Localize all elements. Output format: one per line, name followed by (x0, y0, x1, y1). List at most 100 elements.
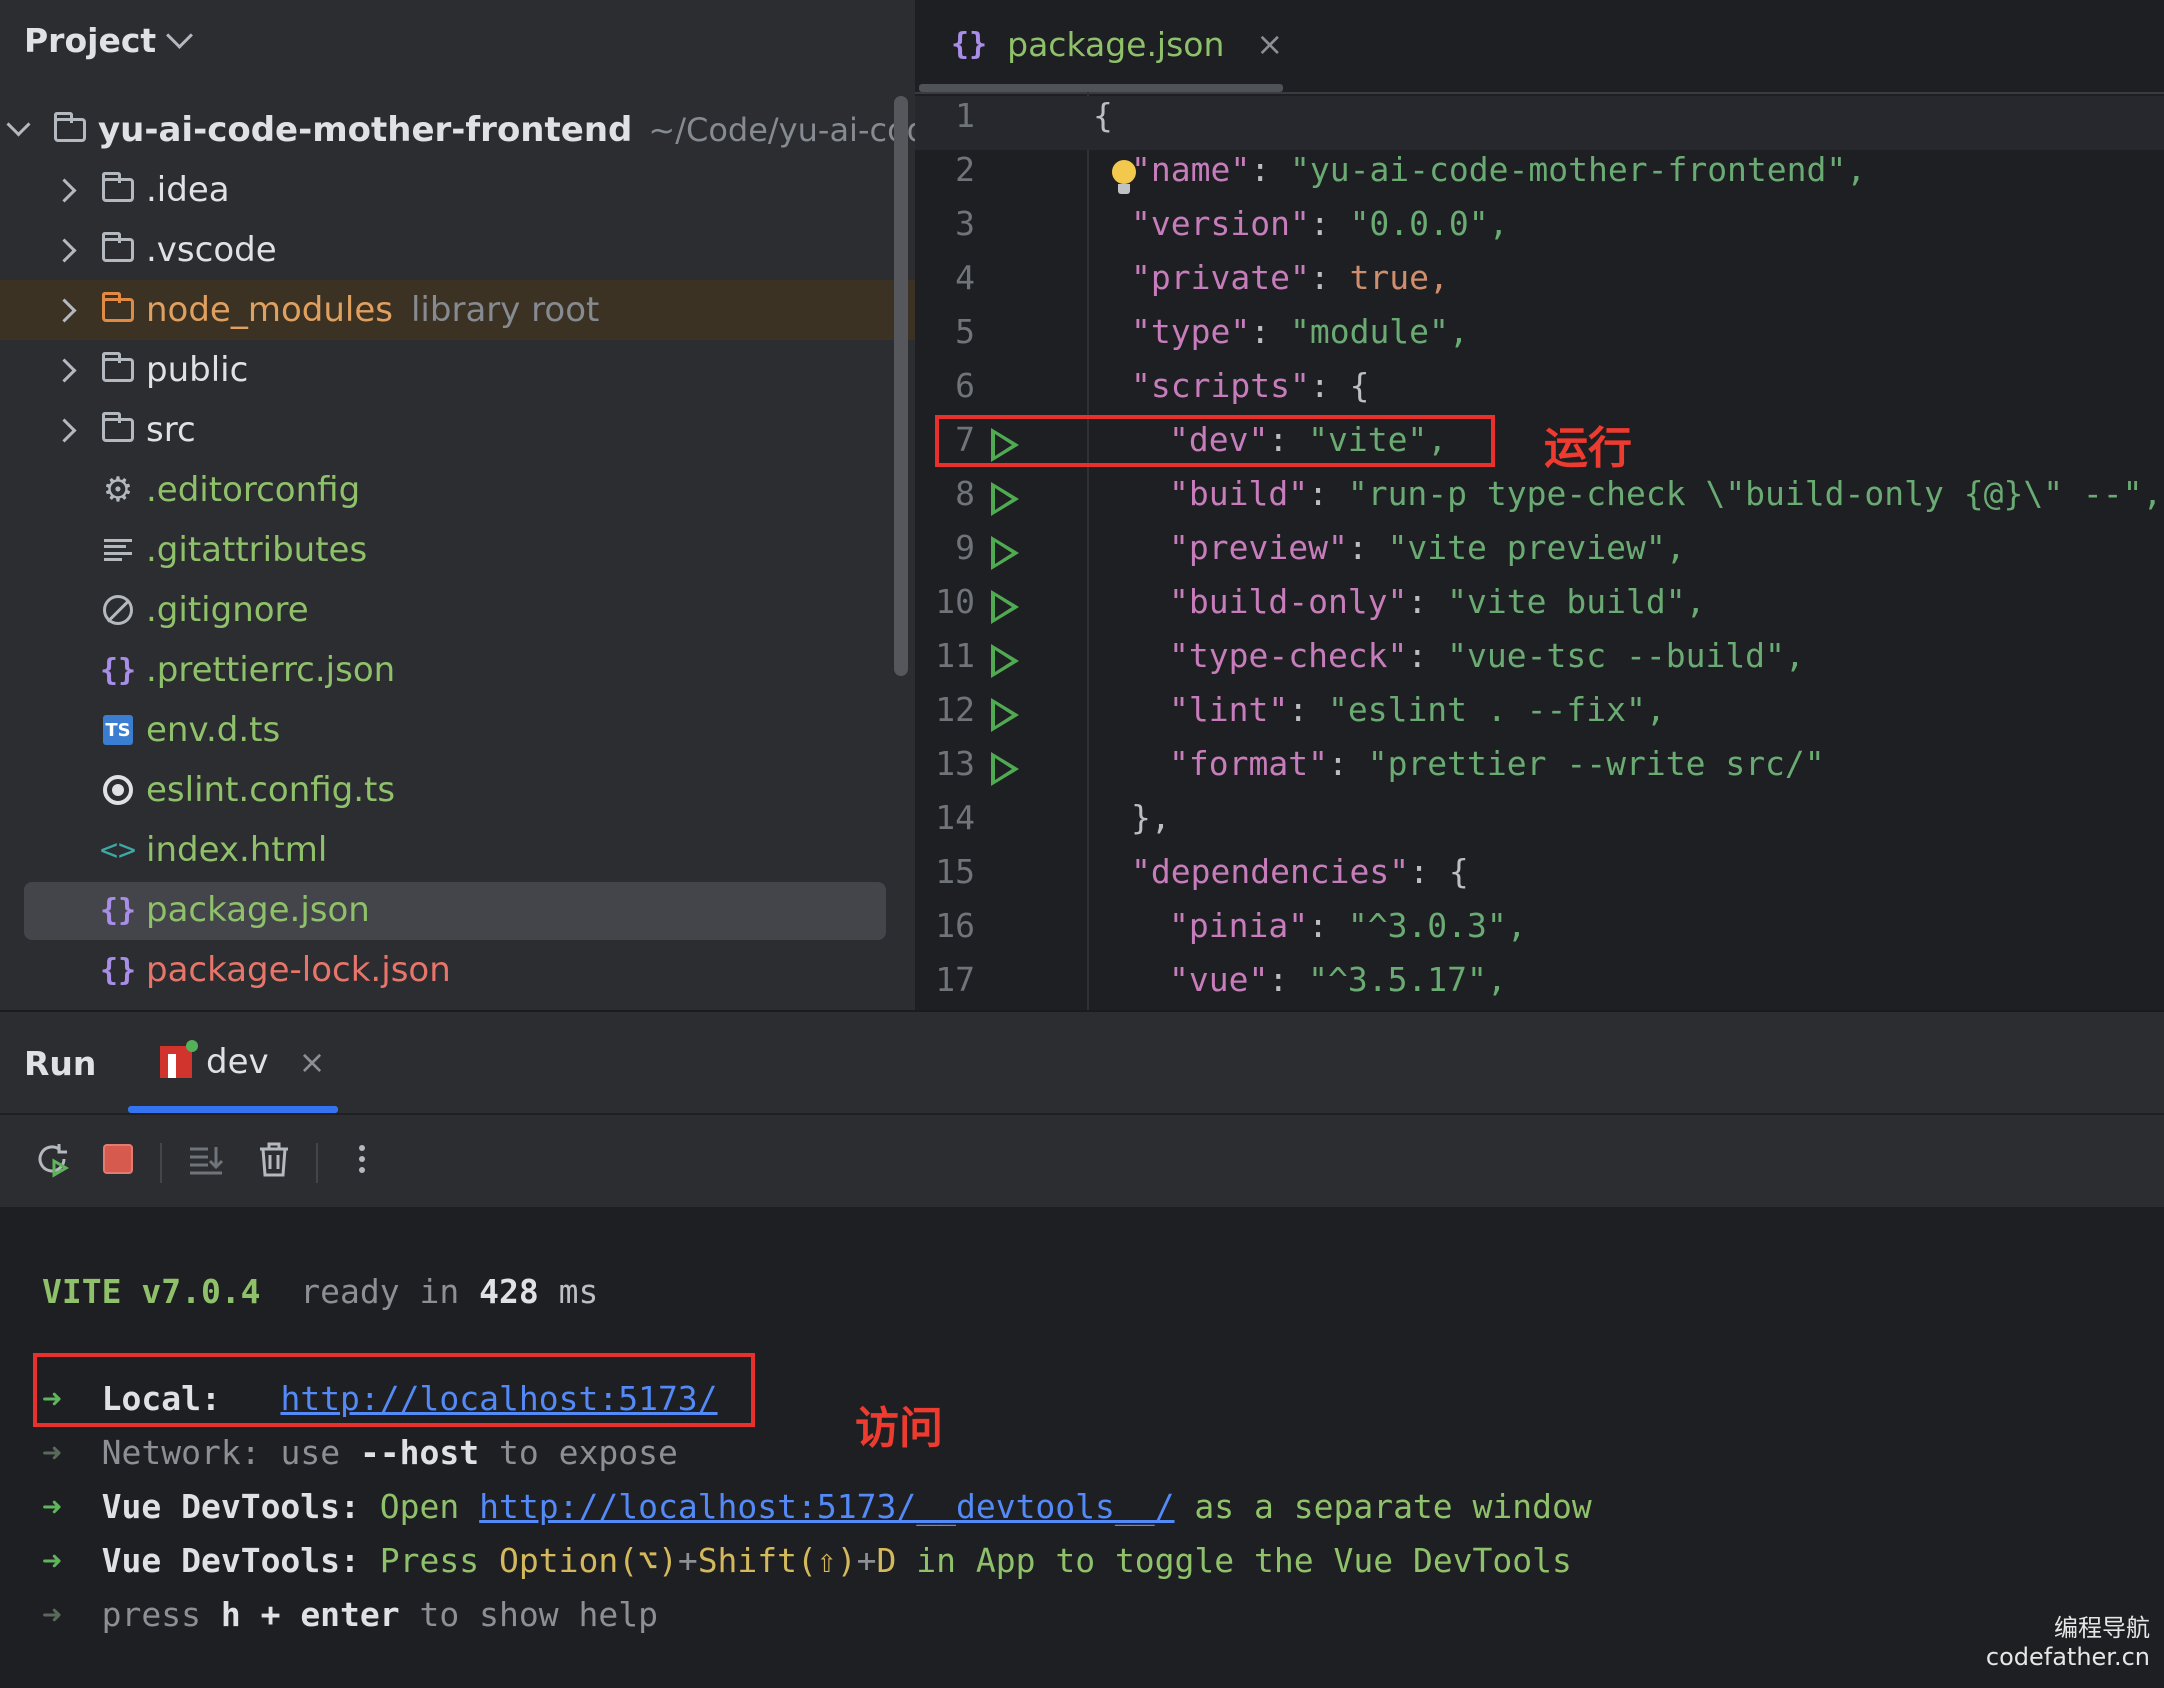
json-key: "name" (1131, 150, 1251, 189)
json-colon: : (1407, 582, 1448, 621)
tree-item-label: public (146, 350, 249, 390)
tree-item-env-d-ts[interactable]: TS env.d.ts (0, 700, 915, 760)
console-line-devtools-toggle: ➜ Vue DevTools: Press Option(⌥)+Shift(⇧)… (42, 1541, 1572, 1580)
code-line[interactable]: 10 "build-only": "vite build", (915, 582, 2164, 636)
code-text: "build-only": "vite build", (1169, 582, 1705, 621)
code-text: "type": "module", (1131, 312, 1469, 351)
json-value: "vue-tsc --build", (1447, 636, 1805, 675)
tree-item-gitignore[interactable]: .gitignore (0, 580, 915, 640)
tab-label: package.json (1007, 24, 1225, 64)
devtools-url-link[interactable]: http://localhost:5173/__devtools__/ (479, 1487, 1174, 1526)
tree-item-label: .prettierrc.json (146, 650, 396, 690)
html-icon: <> (99, 832, 137, 868)
annotation-box-dev (935, 415, 1495, 467)
json-key: "build" (1169, 474, 1309, 513)
tree-item-label: .idea (146, 170, 230, 210)
console-output[interactable]: VITE v7.0.4 ready in 428 ms ➜ Local: htt… (0, 1207, 2164, 1688)
tree-item-prettierrc[interactable]: {} .prettierrc.json (0, 640, 915, 700)
chevron-right-icon[interactable] (52, 358, 77, 383)
code-line[interactable]: 14}, (915, 798, 2164, 852)
chevron-right-icon[interactable] (52, 298, 77, 323)
code-line[interactable]: 4 "private": true, (915, 258, 2164, 312)
code-line[interactable]: 15 "dependencies": { (915, 852, 2164, 906)
devtools-shift-key: Shift(⇧) (697, 1541, 857, 1580)
json-colon: : (1250, 312, 1290, 351)
tree-item-idea[interactable]: .idea (0, 160, 915, 220)
chevron-down-icon[interactable] (6, 112, 31, 137)
json-value: "^3.0.3", (1347, 906, 1527, 945)
code-line[interactable]: 9 "preview": "vite preview", (915, 528, 2164, 582)
tree-item-package-json[interactable]: {} package.json (0, 880, 915, 940)
tree-item-src[interactable]: src (0, 400, 915, 460)
line-number: 14 (935, 798, 975, 837)
code-line[interactable]: 13 "format": "prettier --write src/" (915, 744, 2164, 798)
watermark-cn: 编程导航 (2054, 1614, 2150, 1643)
scroll-to-end-icon[interactable] (184, 1137, 228, 1181)
tree-root[interactable]: yu-ai-code-mother-frontend ~/Code/yu-ai-c… (0, 100, 915, 160)
eslint-icon (100, 772, 136, 808)
line-number: 1 (955, 96, 975, 135)
code-text: "build": "run-p type-check \"build-only … (1169, 474, 2162, 513)
json-key: "version" (1131, 204, 1310, 243)
tree-item-eslint-config[interactable]: eslint.config.ts (0, 760, 915, 820)
root-folder-path: ~/Code/yu-ai-code- (648, 111, 915, 149)
help-rest: to show help (419, 1595, 658, 1634)
devtools-label: Vue DevTools: (101, 1487, 360, 1526)
tree-item-editorconfig[interactable]: ⚙ .editorconfig (0, 460, 915, 520)
tree-item-vscode[interactable]: .vscode (0, 220, 915, 280)
ready-ms-value: 428 (479, 1272, 539, 1311)
json-key: "format" (1169, 744, 1328, 783)
json-value: { (1448, 852, 1469, 891)
more-options-icon[interactable] (340, 1137, 384, 1181)
tree-item-label: eslint.config.ts (146, 770, 396, 810)
code-line[interactable]: 6 "scripts": { (915, 366, 2164, 420)
code-line[interactable]: 12 "lint": "eslint . --fix", (915, 690, 2164, 744)
code-line[interactable]: 8 "build": "run-p type-check \"build-only… (915, 474, 2164, 528)
close-icon[interactable]: × (299, 1043, 326, 1081)
close-icon[interactable]: × (1256, 25, 1283, 63)
code-line[interactable]: 11 "type-check": "vue-tsc --build", (915, 636, 2164, 690)
trash-icon[interactable] (252, 1137, 296, 1181)
chevron-right-icon[interactable] (52, 178, 77, 203)
line-number: 5 (955, 312, 975, 351)
ban-icon (100, 592, 136, 628)
arrow-right-icon: ➜ (42, 1487, 62, 1526)
help-press: press (101, 1595, 201, 1634)
json-key: "preview" (1169, 528, 1348, 567)
json-key: "private" (1131, 258, 1310, 297)
tree-item-public[interactable]: public (0, 340, 915, 400)
network-use: use (280, 1433, 341, 1472)
json-key: "lint" (1169, 690, 1289, 729)
stop-icon[interactable] (96, 1137, 140, 1181)
json-colon: : (1250, 150, 1290, 189)
tree-item-label: .editorconfig (146, 470, 361, 510)
chevron-right-icon[interactable] (52, 238, 77, 263)
code-line[interactable]: 5 "type": "module", (915, 312, 2164, 366)
json-key: "scripts" (1131, 366, 1310, 405)
devtools-plus: + (856, 1541, 877, 1580)
rerun-icon[interactable] (30, 1137, 74, 1181)
tree-item-index-html[interactable]: <> index.html (0, 820, 915, 880)
code-punct: }, (1131, 798, 1171, 837)
tree-item-gitattributes[interactable]: .gitattributes (0, 520, 915, 580)
folder-icon (100, 352, 136, 388)
code-line[interactable]: 3 "version": "0.0.0", (915, 204, 2164, 258)
json-value: "vite build", (1447, 582, 1706, 621)
project-scrollbar[interactable] (894, 96, 908, 676)
json-colon: : (1308, 906, 1348, 945)
tree-item-node-modules[interactable]: node_modules library root (0, 280, 915, 340)
code-line[interactable]: 1{ (915, 96, 2164, 150)
run-tab-dev[interactable]: dev × (160, 1040, 326, 1082)
devtools-plus: + (677, 1541, 698, 1580)
code-line[interactable]: 16 "pinia": "^3.0.3", (915, 906, 2164, 960)
console-line-vite: VITE v7.0.4 ready in 428 ms (42, 1272, 598, 1311)
code-line[interactable]: 2 "name": "yu-ai-code-mother-frontend", (915, 150, 2164, 204)
tree-item-package-lock[interactable]: {} package-lock.json (0, 940, 915, 1000)
chevron-right-icon[interactable] (52, 418, 77, 443)
code-line[interactable]: 17 "vue": "^3.5.17", (915, 960, 2164, 1010)
devtools-open: Open (379, 1487, 460, 1526)
project-view-selector[interactable]: Project (24, 18, 194, 62)
lightbulb-icon[interactable] (1112, 160, 1136, 194)
tab-package-json[interactable]: {} package.json × (951, 18, 1283, 70)
run-panel: Run dev × VITE v7.0.4 ready in 428 ms ➜ … (0, 1010, 2164, 1688)
